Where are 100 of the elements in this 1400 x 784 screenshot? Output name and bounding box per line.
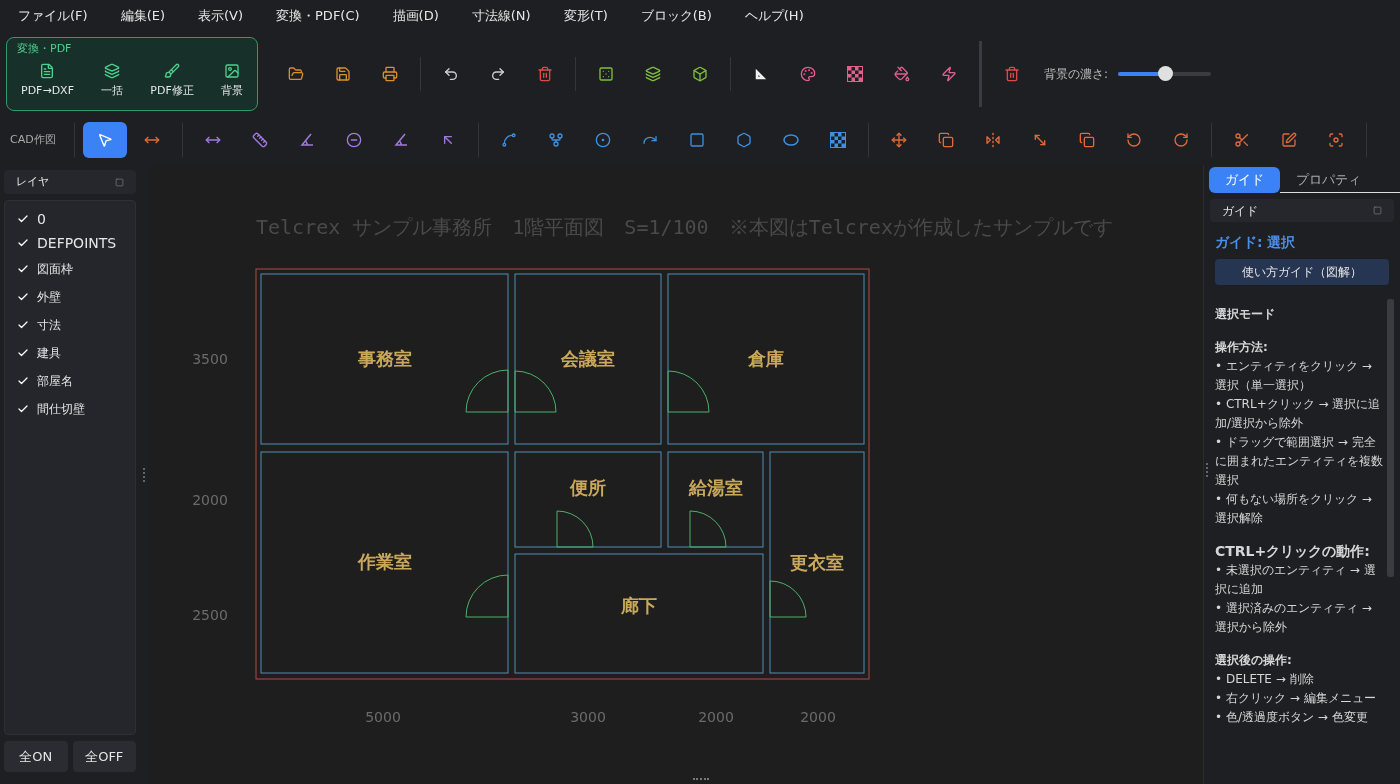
circle-minus-icon: [345, 132, 362, 148]
layer-checkbox[interactable]: [17, 403, 29, 415]
panel-tab[interactable]: プロパティ: [1280, 167, 1400, 193]
guide-text: • 未選択のエンティティ → 選択に追加: [1215, 562, 1377, 598]
layer-item[interactable]: 図面枠: [5, 255, 135, 283]
layers-icon: [645, 65, 661, 82]
folder-icon: [288, 65, 304, 82]
dimension-label: 3500: [192, 351, 228, 367]
lightning-icon: [941, 65, 957, 82]
layer-item[interactable]: 0: [5, 207, 135, 231]
panel-title: レイヤ: [16, 173, 49, 190]
angle-icon: [298, 132, 315, 148]
room-name: 給湯室: [688, 476, 743, 498]
hatch-icon: [829, 132, 846, 148]
layer-checkbox[interactable]: [17, 213, 29, 225]
door-swing: [556, 510, 594, 548]
guide-text: • ドラッグで範囲選択 → 完全に囲まれたエンティティを複数選択: [1215, 434, 1383, 489]
menu-item[interactable]: ファイル(F): [18, 6, 88, 26]
menu-item[interactable]: 描画(D): [392, 6, 439, 26]
dimension-label: 2000: [800, 709, 836, 725]
mode-title: 選択モード: [1215, 306, 1276, 323]
slider-thumb[interactable]: [1157, 66, 1173, 81]
menu-item[interactable]: ヘルプ(H): [744, 6, 804, 26]
menu-item[interactable]: ブロック(B): [640, 6, 712, 26]
guide-text: • 何もない場所をクリック → 選択解除: [1215, 491, 1373, 527]
door-swing: [769, 580, 807, 618]
dimension-label: 2000: [192, 492, 228, 508]
dimension-label: 5000: [365, 709, 401, 725]
menu-item[interactable]: 編集(E): [120, 6, 165, 26]
layers-icon: [104, 63, 121, 79]
room-name: 倉庫: [748, 348, 784, 369]
scrollbar-thumb[interactable]: [1387, 299, 1394, 577]
layer-item[interactable]: 部屋名: [5, 367, 135, 395]
layer-checkbox[interactable]: [17, 375, 29, 387]
trash-icon: [537, 65, 553, 82]
undo-icon: [443, 65, 459, 82]
toolbar-label: CAD作図: [10, 131, 56, 148]
pdf-file-icon: [39, 63, 56, 79]
room-name: 更衣室: [790, 551, 844, 573]
usage-guide-button[interactable]: 使い方ガイド（図解）: [1215, 259, 1389, 285]
ellipse-icon: [782, 132, 799, 148]
guide-heading: ガイド: 選択: [1215, 233, 1297, 252]
layer-item[interactable]: 建具: [5, 339, 135, 367]
splitter-handle[interactable]: [143, 467, 145, 482]
layer-item[interactable]: DEFPOINTS: [5, 231, 135, 255]
room-name: 作業室: [357, 550, 412, 572]
section-heading: 選択後の操作:: [1215, 652, 1293, 669]
print-icon: [382, 65, 398, 82]
pointer-tool-button[interactable]: [82, 122, 127, 158]
convert-button[interactable]: PDF修正: [146, 63, 198, 100]
brush-icon: [164, 63, 181, 79]
ruler-icon: [251, 132, 268, 148]
splitter-handle[interactable]: [693, 778, 709, 780]
convert-button[interactable]: 背景: [217, 63, 247, 100]
splitter-handle[interactable]: [1206, 463, 1208, 477]
layer-checkbox[interactable]: [17, 347, 29, 359]
layer-item[interactable]: 外壁: [5, 283, 135, 311]
menu-item[interactable]: 表示(V): [198, 6, 244, 26]
edit-shape-icon: [1280, 132, 1297, 148]
copy-icon: [937, 132, 954, 148]
angle-icon: [392, 132, 409, 148]
move-icon: [890, 132, 907, 148]
door-swing: [465, 574, 509, 618]
layer-checkbox[interactable]: [17, 319, 29, 331]
convert-button[interactable]: 一括: [97, 63, 128, 100]
group-title: 変換・PDF: [17, 40, 73, 57]
palette-icon: [800, 65, 816, 82]
door-swing: [689, 510, 727, 548]
dimension-label: 2500: [192, 607, 228, 623]
layer-checkbox[interactable]: [17, 291, 29, 303]
opacity-slider[interactable]: [1118, 65, 1212, 82]
layer-checkbox[interactable]: [17, 237, 29, 249]
layer-item[interactable]: 寸法: [5, 311, 135, 339]
panel-tab[interactable]: ガイド: [1209, 167, 1280, 193]
dice-icon: [598, 65, 614, 82]
guide-text: • 右クリック → 編集メニュー: [1215, 690, 1377, 707]
layer-checkbox[interactable]: [17, 263, 29, 275]
section-heading: CTRL+クリックの動作:: [1215, 542, 1371, 561]
room-name: 事務室: [357, 348, 412, 369]
guide-text: • エンティティをクリック → 選択（単一選択）: [1215, 358, 1373, 394]
toggle-all-button[interactable]: 全OFF: [72, 741, 136, 772]
menu-item[interactable]: 変換・PDF(C): [276, 6, 360, 26]
convert-button[interactable]: PDF→DXF: [17, 63, 78, 100]
room-name: 便所: [570, 476, 606, 498]
toggle-all-button[interactable]: 全ON: [4, 741, 68, 772]
layer-item[interactable]: 間仕切壁: [5, 395, 135, 423]
mirror-icon: [984, 132, 1001, 148]
popout-icon: [115, 177, 124, 187]
menu-item[interactable]: 変形(T): [563, 6, 608, 26]
panel-title: ガイド: [1222, 202, 1258, 220]
room-name: 廊下: [621, 594, 657, 616]
door-swing: [667, 370, 710, 413]
dimension-label: 3000: [570, 709, 606, 725]
paint-bucket-icon: [894, 65, 910, 82]
section-heading: 操作方法:: [1215, 339, 1269, 356]
checker-icon: [847, 65, 863, 82]
popout-icon: [1373, 206, 1382, 215]
menu-item[interactable]: 寸法線(N): [471, 6, 531, 26]
image-icon: [224, 63, 240, 79]
pointer-icon: [96, 132, 113, 148]
